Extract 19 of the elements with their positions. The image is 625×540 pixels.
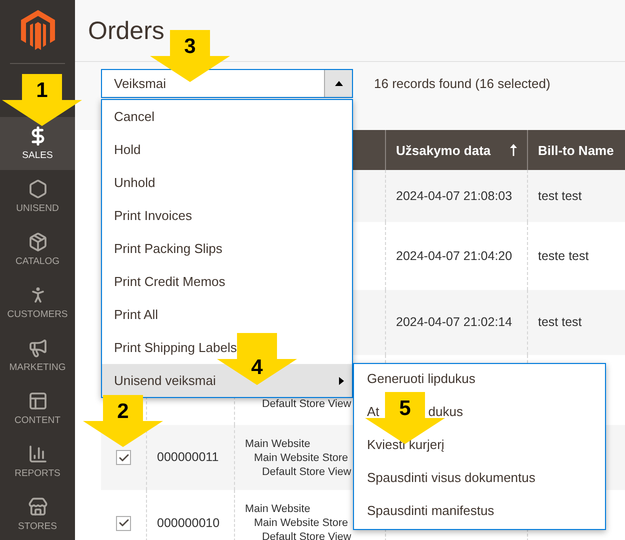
table-cell-text: test test: [538, 188, 583, 204]
callout-number: 2: [116, 400, 130, 424]
callout-number: 5: [398, 397, 412, 421]
callout-number: 1: [35, 79, 49, 103]
page-title: Orders: [88, 17, 164, 46]
table-cell-text: Main Website Store: [253, 450, 350, 464]
table-cell-text: 000000011: [157, 450, 220, 465]
table-cell-text: Default Store View: [261, 464, 352, 478]
table-cell-text: Default Store View: [261, 530, 352, 540]
table-cell-text: 2024-04-07 21:04:20: [396, 248, 514, 264]
records-count: 16 records found (16 selected): [374, 75, 550, 93]
callout-number: 3: [183, 35, 197, 59]
table-cell-text: teste test: [538, 248, 590, 264]
table-cell-text: Default Store View: [261, 397, 352, 411]
table-cell-text: test test: [538, 315, 583, 330]
table-cell-text: 000000010: [157, 516, 221, 530]
table-cell-text: Main Website Store: [253, 516, 350, 530]
table-cell-text: 2024-04-07 21:02:14: [396, 315, 514, 330]
table-cell-text: 2024-04-07 21:08:03: [396, 188, 514, 204]
